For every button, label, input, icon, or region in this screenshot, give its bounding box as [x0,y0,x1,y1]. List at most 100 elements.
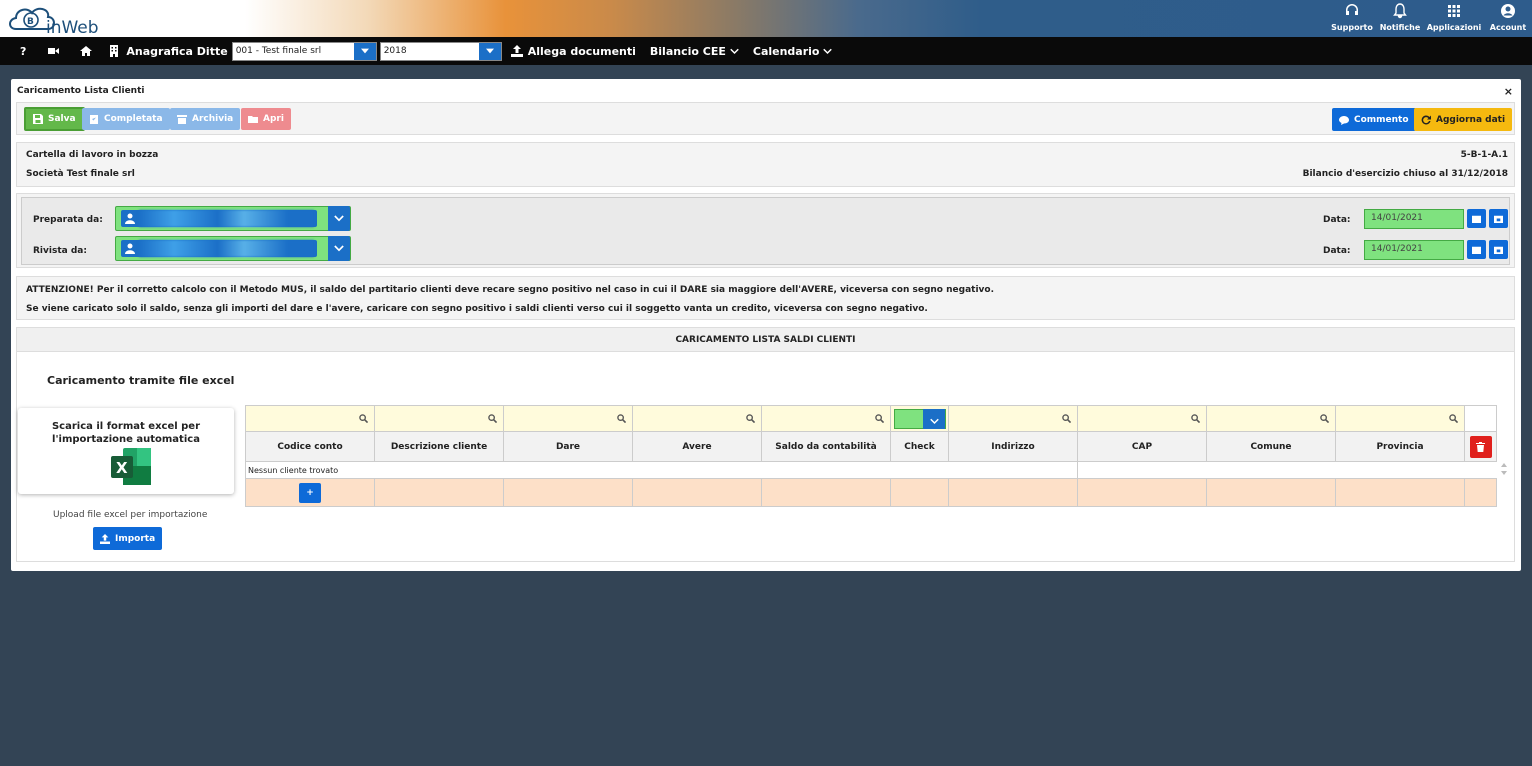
bilancio-cee-menu[interactable]: Bilancio CEE [650,45,739,58]
apri-label: Apri [263,114,284,124]
col-header[interactable]: Check [890,431,949,462]
add-cell-empty [1335,478,1465,507]
filter-cell[interactable] [632,405,762,432]
calendario-menu[interactable]: Calendario [753,45,833,58]
trash-icon [1476,441,1485,452]
check-filter-cell [890,405,949,432]
filter-cell[interactable] [1335,405,1465,432]
chevron-down-icon [922,408,945,429]
company-select[interactable]: 001 - Test finale srl [231,41,377,61]
filter-cell[interactable] [1077,405,1207,432]
add-cell-empty [1206,478,1336,507]
importa-button[interactable]: Importa [93,527,163,550]
section-title: CARICAMENTO LISTA SALDI CLIENTI [17,328,1514,352]
salva-label: Salva [48,114,76,124]
bilancio-text: Bilancio d'esercizio chiuso al 31/12/201… [1302,169,1508,179]
chevron-down-icon [328,236,350,261]
col-header[interactable]: Descrizione cliente [374,431,504,462]
excel-download-card[interactable]: Scarica il format excel per l'importazio… [18,408,234,494]
building-icon [110,45,119,57]
applications-button[interactable]: Applicazioni [1424,0,1484,37]
col-header[interactable]: Dare [503,431,633,462]
rivista-calendar-button[interactable] [1467,240,1486,259]
upload-icon [100,533,110,544]
help-button[interactable]: ? [20,45,26,58]
col-header[interactable]: Codice conto [245,431,375,462]
svg-text:B: B [27,17,34,27]
filter-cell[interactable] [948,405,1078,432]
top-bar: B inWeb Supporto Notifiche Applicazioni … [0,0,1532,38]
video-button[interactable] [48,45,60,57]
main-panel: Caricamento Lista Clienti × Salva Comple… [11,79,1521,571]
add-cell-empty [948,478,1078,507]
commento-button[interactable]: Commento [1332,108,1416,131]
col-header[interactable]: Indirizzo [948,431,1078,462]
col-header[interactable]: Provincia [1335,431,1465,462]
filter-cell[interactable] [245,405,375,432]
workpaper-code: 5-B-1-A.1 [1460,150,1508,160]
preparata-select[interactable] [115,206,351,231]
support-label: Supporto [1331,23,1373,32]
account-button[interactable]: Account [1484,0,1532,37]
preparata-today-button[interactable] [1489,209,1508,228]
chevron-down-icon [478,42,501,60]
rivista-date-input[interactable]: 14/01/2021 [1364,240,1464,260]
delete-all-button[interactable] [1469,435,1492,458]
aggiorna-dati-button[interactable]: Aggiorna dati [1414,108,1513,131]
preparata-data-label: Data: [1323,215,1351,225]
calendar-day-icon [1494,215,1503,223]
allega-label: Allega documenti [527,44,636,58]
importa-label: Importa [115,533,156,544]
support-button[interactable]: Supporto [1328,0,1376,37]
rivista-today-button[interactable] [1489,240,1508,259]
app-logo[interactable]: B inWeb [6,3,116,38]
refresh-icon [1421,114,1431,124]
preparata-value-redacted [139,210,314,227]
user-circle-icon [1501,4,1515,18]
filter-cell[interactable] [761,405,891,432]
col-header[interactable]: Comune [1206,431,1336,462]
rivista-select[interactable] [115,236,351,261]
notifications-button[interactable]: Notifiche [1376,0,1424,37]
filter-cell[interactable] [374,405,504,432]
add-row-button[interactable]: + [299,482,321,503]
upload-icon [510,45,523,57]
archive-icon [177,115,187,124]
archivia-button[interactable]: Archivia [170,108,241,130]
add-row: + [245,478,1497,507]
aggiorna-label: Aggiorna dati [1436,114,1506,125]
year-select-value: 2018 [383,46,407,56]
bilancio-label: Bilancio CEE [649,44,726,58]
apri-button[interactable]: Apri [241,108,291,130]
search-icon [1449,414,1458,423]
notifications-label: Notifiche [1379,23,1421,32]
scroll-arrows-icon[interactable] [1500,462,1508,476]
check-filter-select[interactable] [893,408,946,429]
completata-button[interactable]: Completata [82,108,170,130]
salva-button[interactable]: Salva [24,107,85,131]
rivista-value-redacted [139,240,314,257]
add-cell-empty [1464,478,1497,507]
home-button[interactable] [80,45,93,57]
filter-cell[interactable] [1206,405,1336,432]
year-select[interactable]: 2018 [379,41,502,61]
bell-icon [1393,3,1407,19]
headset-icon [1346,4,1358,15]
preparata-date-input[interactable]: 14/01/2021 [1364,209,1464,229]
anagrafica-menu[interactable]: Anagrafica Ditte [108,45,228,58]
filter-cell-empty [1464,405,1497,432]
col-header[interactable]: Saldo da contabilità [761,431,891,462]
filter-cell[interactable] [503,405,633,432]
col-header[interactable]: CAP [1077,431,1207,462]
help-label: ? [20,44,27,58]
applications-label: Applicazioni [1426,23,1482,32]
close-button[interactable]: × [1504,85,1513,98]
allega-documenti-menu[interactable]: Allega documenti [510,44,636,58]
user-icon [125,243,135,254]
upload-label: Upload file excel per importazione [53,510,208,520]
folder-open-icon [248,116,258,123]
col-header[interactable]: Avere [632,431,762,462]
preparata-calendar-button[interactable] [1467,209,1486,228]
review-box: Preparata da: Rivista da: Data: 14/01/20… [16,193,1515,268]
upload-title: Caricamento tramite file excel [47,374,235,387]
